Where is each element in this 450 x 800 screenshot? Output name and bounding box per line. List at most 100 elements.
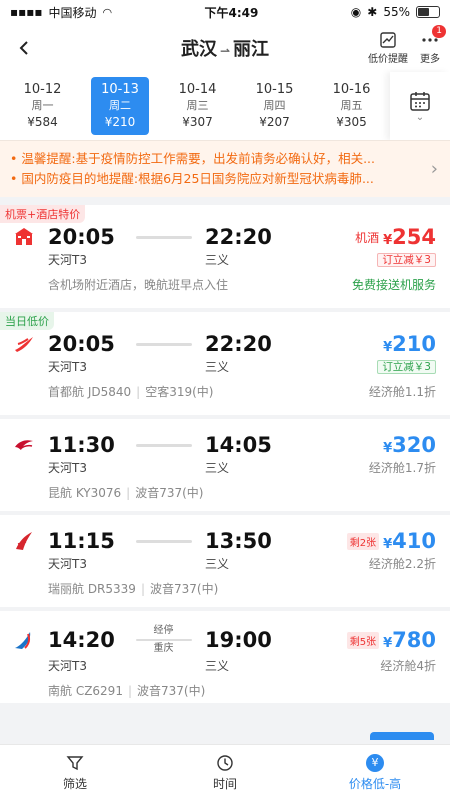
flight-price: ¥780 xyxy=(383,628,436,652)
seats-left-badge: 剩5张 xyxy=(346,631,380,649)
ruili-airlines-logo xyxy=(0,529,48,553)
kunming-airlines-logo xyxy=(0,433,48,457)
date-tab-5[interactable]: 10-16 周五 ¥305 xyxy=(313,77,390,135)
chart-trend-icon xyxy=(380,32,396,48)
flight-list: 机票+酒店特价 20:05 22:20 机酒 ¥254 天河T3 三义 订立减￥… xyxy=(0,197,450,703)
departure-time: 20:05 xyxy=(48,225,115,249)
notification-badge: 1 xyxy=(432,25,446,38)
filter-label: 筛选 xyxy=(62,776,87,791)
back-arrow-icon xyxy=(19,41,28,55)
flight-price: ¥410 xyxy=(383,529,436,553)
cabin-class: 经济舱2.2折 xyxy=(368,557,436,571)
discount-badge: 订立减￥3 xyxy=(377,360,436,374)
date-price: ¥207 xyxy=(259,115,290,129)
seats-left-badge: 剩2张 xyxy=(346,532,380,550)
date-text: 10-16 xyxy=(332,82,371,97)
flight-line xyxy=(126,539,201,543)
transfer-service-note: 免费接送机服务 xyxy=(351,278,436,292)
floating-action-button[interactable] xyxy=(370,732,434,740)
from-city: 武汉 xyxy=(180,39,217,60)
date-tab-2-selected[interactable]: 10-13 周二 ¥210 xyxy=(91,77,149,135)
date-price: ¥307 xyxy=(182,115,213,129)
price-prefix: 机酒 xyxy=(355,230,380,245)
price-sort-tab[interactable]: ¥ 价格低-高 xyxy=(300,745,450,800)
cabin-class: 经济舱1.7折 xyxy=(368,461,436,475)
aircraft-type: 波音737(中) xyxy=(135,486,204,500)
to-city: 丽江 xyxy=(233,39,270,60)
date-price: ¥584 xyxy=(27,115,58,129)
more-button[interactable]: 更多 1 xyxy=(420,25,446,65)
flight-price: ¥254 xyxy=(383,225,436,249)
weekday-text: 周二 xyxy=(109,99,131,112)
battery-percent: 55% xyxy=(383,5,410,19)
notice-label: 国内防疫目的地提醒: xyxy=(21,171,139,186)
departure-time: 20:05 xyxy=(48,332,115,356)
airline-flight-no: 瑞丽航 DR5339 xyxy=(48,582,136,596)
arrival-airport: 三义 xyxy=(205,461,230,475)
time-sort-label: 时间 xyxy=(212,776,237,791)
stopover-label: 经停 xyxy=(153,625,174,636)
low-price-alert-label: 低价提醒 xyxy=(368,54,408,65)
flight-card[interactable]: 14:20 经停 重庆 19:00 剩5张 ¥780 天河T3 三义 经济舱4折… xyxy=(0,611,450,703)
bundle-info: 含机场附近酒店，晚航班早点入住 xyxy=(48,278,229,292)
hotel-icon xyxy=(0,225,48,249)
weekday-text: 周三 xyxy=(186,99,209,112)
filter-icon xyxy=(66,755,84,770)
aircraft-type: 波音737(中) xyxy=(137,684,206,698)
direction-arrow-icon: ⇀ xyxy=(219,44,231,58)
bluetooth-icon: ✱ xyxy=(367,5,378,19)
back-button[interactable] xyxy=(10,34,38,62)
wifi-icon: ◠ xyxy=(102,5,113,19)
airline-flight-no: 昆航 KY3076 xyxy=(48,486,122,500)
price-sort-label: 价格低-高 xyxy=(348,776,402,791)
battery-icon xyxy=(415,6,440,18)
flight-card[interactable]: 当日低价 20:05 22:20 ¥210 天河T3 三义 订立减￥3 首都航 … xyxy=(0,312,450,415)
signal-icon: ▪▪▪▪ xyxy=(10,5,43,19)
calendar-button[interactable]: ⌄ xyxy=(390,72,450,140)
carrier-name: 中国移动 xyxy=(48,5,97,20)
departure-airport: 天河T3 xyxy=(48,360,87,374)
yen-icon: ¥ xyxy=(366,753,384,772)
flight-line xyxy=(126,342,201,346)
flight-card-hotel-bundle[interactable]: 机票+酒店特价 20:05 22:20 机酒 ¥254 天河T3 三义 订立减￥… xyxy=(0,205,450,308)
arrival-time: 13:50 xyxy=(205,529,272,553)
price-value: 210 xyxy=(392,332,436,356)
date-tab-1[interactable]: 10-12 周一 ¥584 xyxy=(4,77,81,135)
time-sort-tab[interactable]: 时间 xyxy=(150,745,300,800)
capital-airlines-logo xyxy=(0,332,48,356)
notice-line-1: • 温馨提醒:基于疫情防控工作需要，出发前请务必确认好，相关... xyxy=(10,151,375,166)
arrival-airport: 三义 xyxy=(205,360,230,374)
date-tab-3[interactable]: 10-14 周三 ¥307 xyxy=(159,77,236,135)
notice-banner[interactable]: • 温馨提醒:基于疫情防控工作需要，出发前请务必确认好，相关... • 国内防疫… xyxy=(0,140,450,197)
arrival-airport: 三义 xyxy=(205,557,230,571)
cabin-class: 经济舱1.1折 xyxy=(368,385,436,399)
day-low-price-tag: 当日低价 xyxy=(0,312,54,330)
date-tab-4[interactable]: 10-15 周四 ¥207 xyxy=(236,77,313,135)
chevron-right-icon: › xyxy=(430,158,438,180)
filter-tab[interactable]: 筛选 xyxy=(0,745,150,800)
flight-card[interactable]: 11:30 14:05 ¥320 天河T3 三义 经济舱1.7折 昆航 KY30… xyxy=(0,419,450,511)
notice-text: 根据6月25日国务院应对新型冠状病毒肺... xyxy=(138,171,374,186)
clock-text: 下午4:49 xyxy=(204,5,259,20)
low-price-alert-button[interactable]: 低价提醒 xyxy=(368,31,408,65)
date-text: 10-12 xyxy=(23,82,62,97)
arrival-time: 22:20 xyxy=(205,225,272,249)
departure-airport: 天河T3 xyxy=(48,253,87,267)
stopover-city: 重庆 xyxy=(153,643,174,654)
flight-line xyxy=(126,443,201,447)
aircraft-type: 空客319(中) xyxy=(145,385,214,399)
departure-time: 11:30 xyxy=(48,433,115,457)
hotel-bundle-tag: 机票+酒店特价 xyxy=(0,205,86,223)
arrival-airport: 三义 xyxy=(205,253,230,267)
airline-flight-no: 首都航 JD5840 xyxy=(48,385,132,399)
arrival-time: 22:20 xyxy=(205,332,272,356)
notice-line-2: • 国内防疫目的地提醒:根据6月25日国务院应对新型冠状病毒肺... xyxy=(10,171,374,186)
notice-label: 温馨提醒: xyxy=(21,151,76,166)
nav-header: 武汉 ⇀ 丽江 低价提醒 更多 1 xyxy=(0,24,450,72)
arrival-time: 14:05 xyxy=(205,433,272,457)
date-selector: 10-12 周一 ¥584 10-13 周二 ¥210 10-14 周三 ¥30… xyxy=(0,72,450,140)
flight-card[interactable]: 11:15 13:50 剩2张 ¥410 天河T3 三义 经济舱2.2折 瑞丽航… xyxy=(0,515,450,607)
lock-rotation-icon: ◉ xyxy=(350,5,362,19)
flight-line xyxy=(126,235,201,239)
notice-text: 基于疫情防控工作需要，出发前请务必确认好，相关... xyxy=(75,151,375,166)
